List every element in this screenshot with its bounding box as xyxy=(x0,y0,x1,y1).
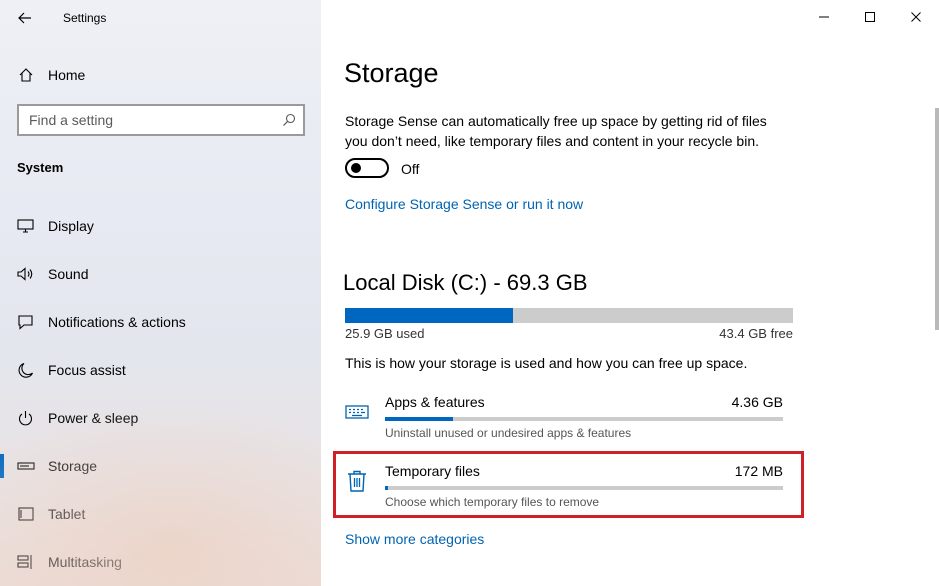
search-input[interactable] xyxy=(29,112,279,128)
disk-free-label: 43.4 GB free xyxy=(719,326,793,341)
sidebar-item-sound[interactable]: Sound xyxy=(0,254,321,302)
category-apps-features[interactable]: Apps & features 4.36 GB Uninstall unused… xyxy=(345,394,785,450)
moon-icon xyxy=(18,362,34,378)
search-icon xyxy=(283,113,296,126)
sidebar: Settings Home System Display Sound Notif… xyxy=(0,0,321,586)
home-icon xyxy=(19,68,33,82)
close-button[interactable] xyxy=(893,0,939,34)
sidebar-item-focus-assist[interactable]: Focus assist xyxy=(0,350,321,398)
sidebar-item-label: Sound xyxy=(48,266,89,282)
sidebar-item-label: Storage xyxy=(48,458,98,474)
category-size: 4.36 GB xyxy=(731,394,783,410)
minimize-button[interactable] xyxy=(801,0,847,34)
configure-storage-sense-link[interactable]: Configure Storage Sense or run it now xyxy=(345,196,583,212)
disk-title: Local Disk (C:) - 69.3 GB xyxy=(343,270,588,295)
show-more-categories-link[interactable]: Show more categories xyxy=(345,531,484,547)
highlight-box xyxy=(333,451,804,518)
multitasking-icon xyxy=(17,555,32,569)
sidebar-item-label: Multitasking xyxy=(48,554,122,570)
close-icon xyxy=(911,12,921,22)
sidebar-item-label: Focus assist xyxy=(48,362,126,378)
toggle-knob xyxy=(351,163,361,173)
sidebar-item-label: Tablet xyxy=(48,506,86,522)
sidebar-item-display[interactable]: Display xyxy=(0,206,321,254)
back-arrow-icon xyxy=(18,12,31,24)
sidebar-item-label: Power & sleep xyxy=(48,410,139,426)
sidebar-item-storage[interactable]: Storage xyxy=(0,446,321,494)
category-hint: Uninstall unused or undesired apps & fea… xyxy=(385,426,632,440)
maximize-icon xyxy=(865,12,875,22)
sidebar-item-tablet[interactable]: Tablet xyxy=(0,494,321,542)
sidebar-item-home[interactable]: Home xyxy=(0,60,321,90)
section-title: System xyxy=(17,160,64,175)
category-usage-fill xyxy=(385,417,453,421)
back-button[interactable] xyxy=(12,6,38,30)
search-field[interactable] xyxy=(17,104,305,136)
sidebar-item-label: Home xyxy=(48,67,86,83)
sidebar-item-multitasking[interactable]: Multitasking xyxy=(0,542,321,586)
page-title: Storage xyxy=(344,58,439,88)
sidebar-item-power-sleep[interactable]: Power & sleep xyxy=(0,398,321,446)
tablet-icon xyxy=(18,507,34,521)
sidebar-item-notifications[interactable]: Notifications & actions xyxy=(0,302,321,350)
sidebar-item-label: Display xyxy=(48,218,94,234)
storage-icon xyxy=(17,462,35,470)
speaker-icon xyxy=(17,267,33,281)
usage-description: This is how your storage is used and how… xyxy=(345,355,748,371)
category-name: Apps & features xyxy=(385,394,485,410)
disk-usage-bar xyxy=(345,308,793,323)
toggle-state-label: Off xyxy=(401,161,420,177)
storage-sense-toggle[interactable] xyxy=(345,158,389,178)
disk-usage-fill xyxy=(345,308,513,323)
category-usage-bar xyxy=(385,417,783,421)
maximize-button[interactable] xyxy=(847,0,893,34)
power-icon xyxy=(18,411,33,426)
notification-icon xyxy=(18,315,33,330)
keyboard-icon xyxy=(345,405,369,419)
sidebar-nav: Display Sound Notifications & actions Fo… xyxy=(0,206,321,586)
window-controls xyxy=(801,0,939,34)
minimize-icon xyxy=(819,16,829,18)
disk-used-label: 25.9 GB used xyxy=(345,326,425,341)
app-title: Settings xyxy=(63,11,107,25)
scrollbar[interactable] xyxy=(935,108,939,330)
storage-sense-description: Storage Sense can automatically free up … xyxy=(345,113,767,149)
sidebar-item-label: Notifications & actions xyxy=(48,314,186,330)
display-icon xyxy=(17,219,34,233)
